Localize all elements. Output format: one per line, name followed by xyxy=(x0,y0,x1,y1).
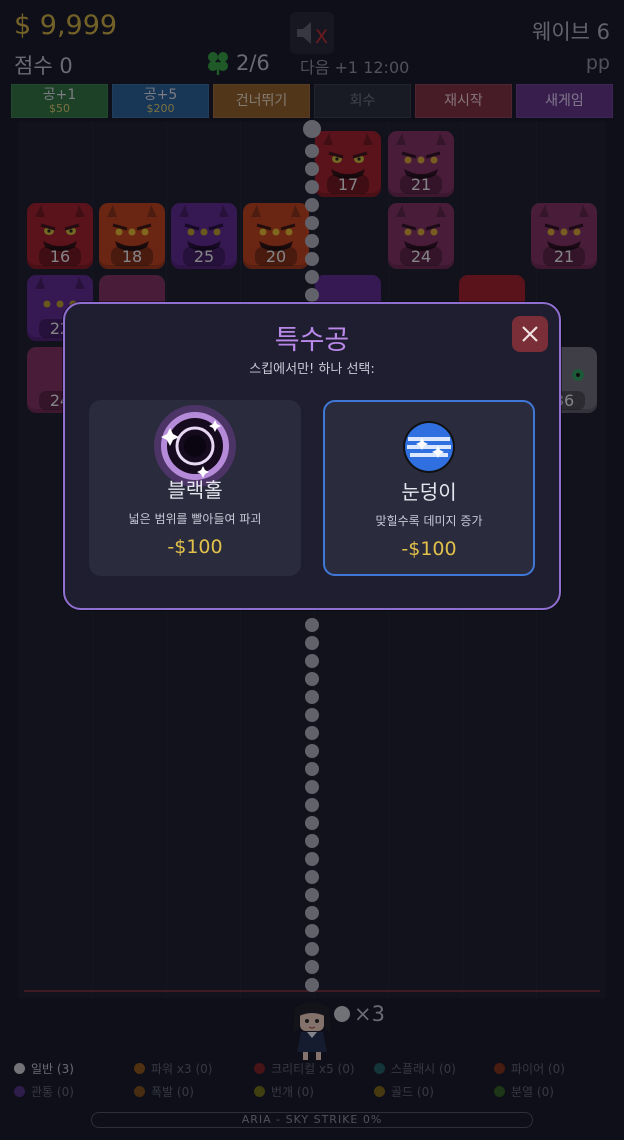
option-description: 넓은 범위를 빨아들여 파괴 xyxy=(128,512,262,526)
option-card-snowball[interactable]: 눈덩이 맞힐수록 데미지 증가 -$100 xyxy=(323,400,535,576)
option-price: -$100 xyxy=(167,536,223,558)
dialog-subtitle: 스킵에서만! 하나 선택: xyxy=(249,362,375,377)
snowball-icon xyxy=(403,421,455,473)
option-card-blackhole[interactable]: 블랙홀 넓은 범위를 빨아들여 파괴 -$100 xyxy=(89,400,301,576)
option-description: 맞힐수록 데미지 증가 xyxy=(375,514,483,528)
special-ball-dialog: 특수공 스킵에서만! 하나 선택: 블랙홀 넓은 범위를 빨아들여 파괴 -$1… xyxy=(63,302,561,610)
option-price: -$100 xyxy=(401,538,457,560)
option-name: 블랙홀 xyxy=(167,478,223,502)
dialog-title: 특수공 xyxy=(274,325,350,356)
close-button[interactable] xyxy=(512,316,548,352)
option-name: 눈덩이 xyxy=(401,480,457,504)
close-x-icon xyxy=(522,326,538,342)
